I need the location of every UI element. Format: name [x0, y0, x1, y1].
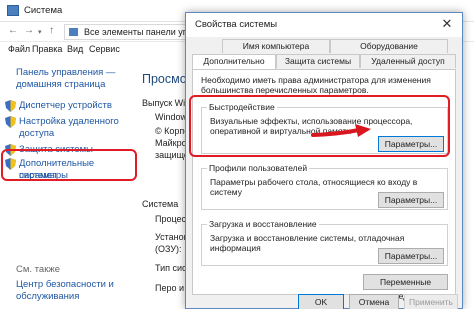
up-arrow-icon[interactable]: ↑: [49, 25, 54, 36]
startup-recovery-settings-button[interactable]: Параметры...: [378, 248, 444, 264]
tab-hardware[interactable]: Оборудование: [330, 39, 448, 53]
red-arrow-icon: [311, 124, 371, 137]
tab-computer-name[interactable]: Имя компьютера: [222, 39, 330, 53]
forward-arrow-icon[interactable]: →: [24, 25, 34, 36]
environment-variables-button[interactable]: Переменные среды...: [363, 274, 448, 301]
left-nav-pane: Панель управления — домашняя страница Ди…: [0, 58, 130, 309]
startup-recovery-group: Загрузка и восстановление Загрузка и вос…: [201, 219, 448, 266]
system-info-pane: Просмот Выпуск Wind Windows © Корпо Майк…: [130, 58, 196, 309]
see-also-label: См. также: [16, 264, 60, 275]
menu-file[interactable]: Файл: [8, 44, 30, 54]
startup-recovery-group-title: Загрузка и восстановление: [207, 219, 319, 229]
address-text: Все элементы панели упр: [84, 27, 193, 37]
recent-dropdown-icon[interactable]: ▾: [38, 28, 42, 36]
tab-system-protection[interactable]: Защита системы: [276, 54, 360, 68]
highlight-advanced-settings: [1, 149, 137, 181]
control-panel-icon: [69, 28, 78, 36]
control-panel-home-link[interactable]: Панель управления —: [16, 67, 115, 79]
tab-remote-access[interactable]: Удаленный доступ: [360, 54, 456, 68]
control-panel-home-link-line2[interactable]: домашняя страница: [16, 79, 105, 91]
dialog-titlebar: Свойства системы ✕: [186, 13, 462, 37]
system-window-title: Система: [24, 5, 63, 16]
user-profiles-group-title: Профили пользователей: [207, 163, 310, 173]
ok-button[interactable]: OK: [298, 294, 344, 309]
ram-label-line2: (ОЗУ):: [155, 244, 182, 254]
address-field[interactable]: Все элементы панели упр: [64, 24, 194, 40]
remote-settings-link[interactable]: Настройка удаленного: [19, 116, 119, 128]
system-heading: Система: [142, 199, 179, 209]
shield-icon: [5, 100, 16, 112]
tab-advanced[interactable]: Дополнительно: [192, 54, 276, 69]
security-center-link-line2[interactable]: обслуживания: [16, 291, 79, 303]
security-center-link[interactable]: Центр безопасности и: [16, 279, 114, 291]
menu-view[interactable]: Вид: [67, 44, 83, 54]
system-icon: [7, 5, 19, 16]
close-icon[interactable]: ✕: [432, 13, 462, 37]
system-properties-dialog: Свойства системы ✕ Имя компьютера Оборуд…: [185, 12, 463, 309]
device-manager-link[interactable]: Диспетчер устройств: [19, 100, 112, 112]
dialog-title: Свойства системы: [195, 19, 278, 30]
menu-edit[interactable]: Правка: [32, 44, 62, 54]
user-profiles-settings-button[interactable]: Параметры...: [378, 192, 444, 208]
admin-rights-note: Необходимо иметь права администратора дл…: [201, 75, 431, 95]
remote-settings-link-line2[interactable]: доступа: [19, 128, 54, 140]
back-arrow-icon[interactable]: ←: [8, 25, 18, 36]
user-profiles-group: Профили пользователей Параметры рабочего…: [201, 163, 448, 210]
shield-icon: [5, 116, 16, 128]
cancel-button[interactable]: Отмена: [349, 294, 399, 309]
apply-button[interactable]: Применить: [404, 294, 458, 309]
menu-tools[interactable]: Сервис: [89, 44, 120, 54]
